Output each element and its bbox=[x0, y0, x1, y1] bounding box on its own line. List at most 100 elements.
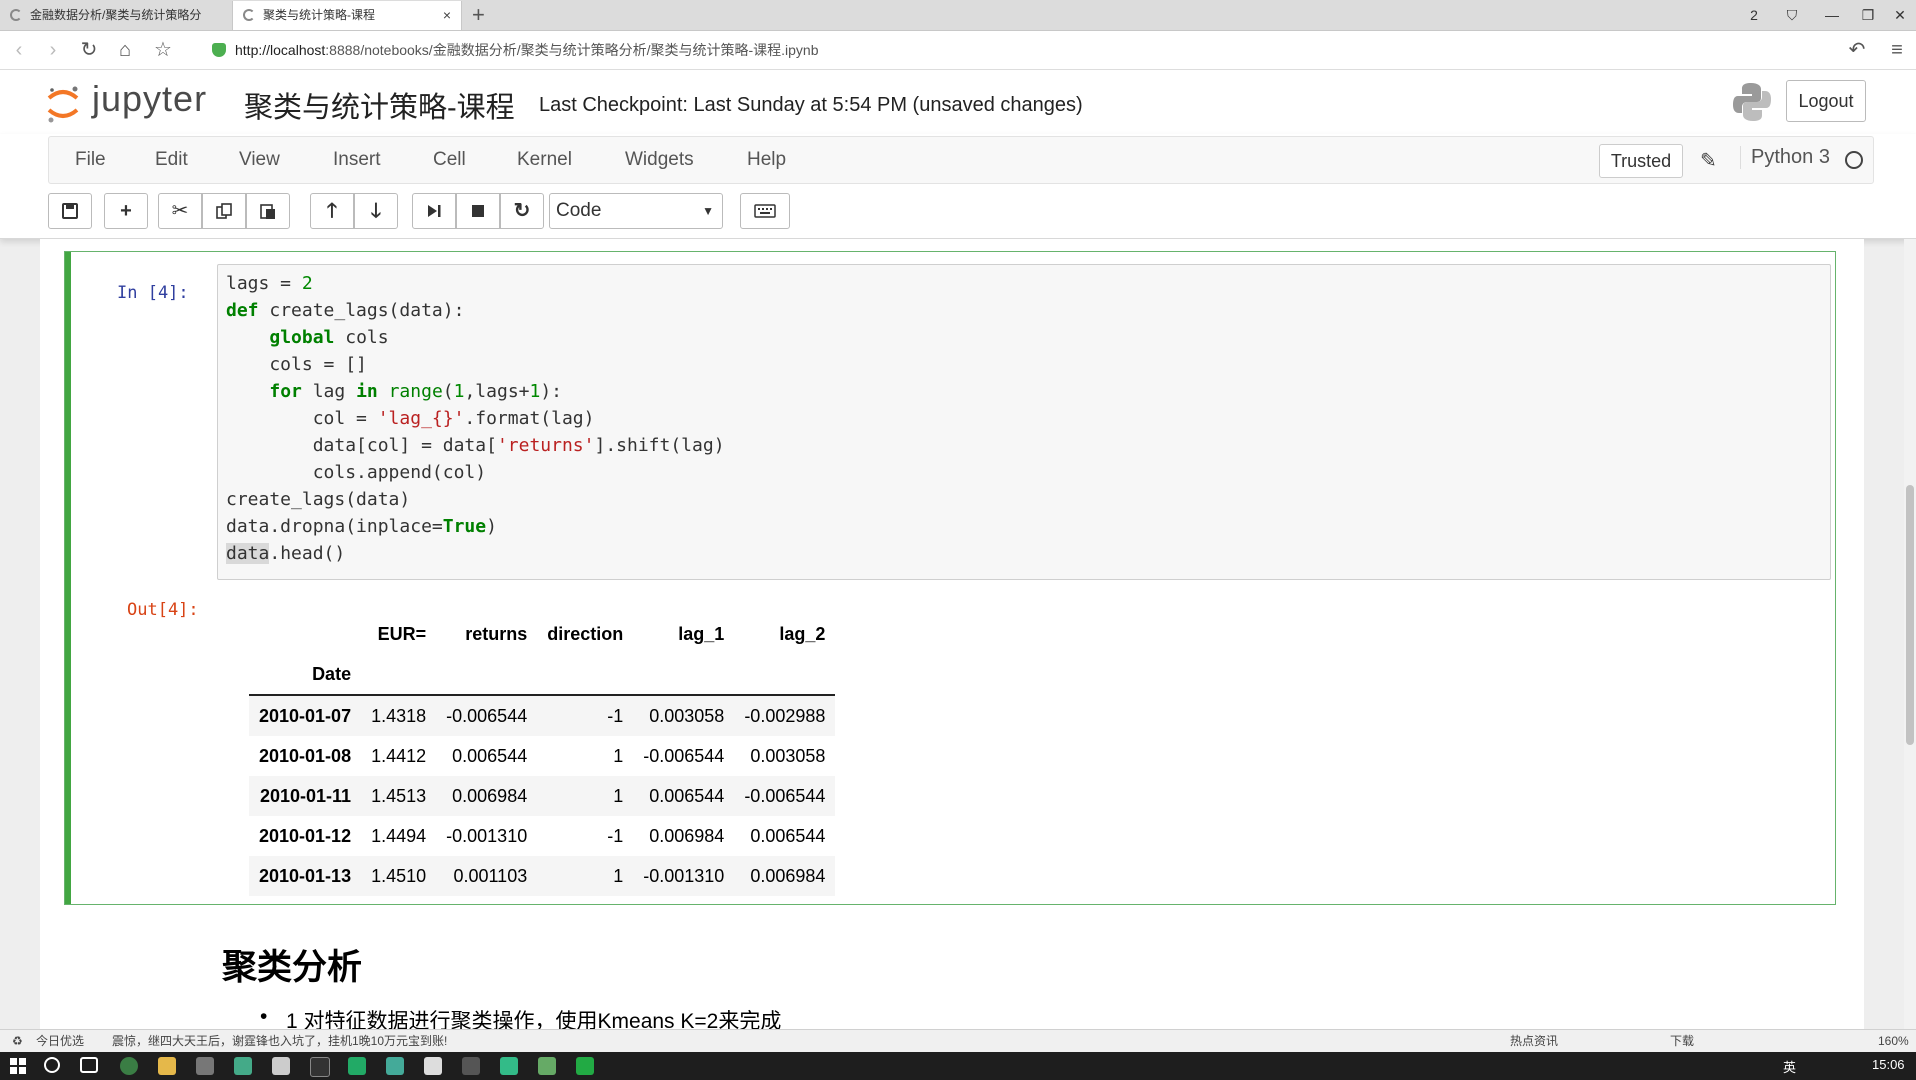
app-icon[interactable] bbox=[348, 1057, 366, 1075]
notebook-name[interactable]: 聚类与统计策略-课程 bbox=[244, 84, 515, 126]
cut-button[interactable]: ✂ bbox=[158, 193, 202, 229]
menu-edit[interactable]: Edit bbox=[155, 137, 188, 183]
menu-insert[interactable]: Insert bbox=[333, 137, 381, 183]
app-icon[interactable] bbox=[462, 1057, 480, 1075]
close-tab-icon[interactable]: × bbox=[443, 1, 451, 30]
row-index: 2010-01-11 bbox=[259, 785, 352, 806]
folder-icon[interactable] bbox=[158, 1057, 176, 1075]
kernel-name[interactable]: Python 3 bbox=[1740, 146, 1830, 169]
news-ticker[interactable]: 震惊，继四大天王后，谢霆锋也入坑了，挂机1晚10万元宝到账! bbox=[112, 1030, 447, 1052]
pencil-icon[interactable]: ✎ bbox=[1700, 148, 1717, 173]
star-icon[interactable]: ☆ bbox=[148, 31, 178, 69]
today-picks-link[interactable]: 今日优选 bbox=[36, 1030, 84, 1052]
windows-start-icon[interactable] bbox=[10, 1058, 26, 1074]
new-tab-button[interactable]: + bbox=[472, 2, 485, 28]
hot-news-link[interactable]: 热点资讯 bbox=[1510, 1030, 1558, 1052]
code-cell[interactable]: In [4]: lags = 2 def create_lags(data): … bbox=[64, 251, 1836, 905]
table-cell: 0.006984 bbox=[452, 785, 528, 806]
table-cell: 1.4412 bbox=[371, 745, 427, 766]
restore-button[interactable]: ❐ bbox=[1854, 0, 1882, 30]
app-icon[interactable] bbox=[386, 1057, 404, 1075]
table-cell: 0.006984 bbox=[649, 825, 725, 846]
code-editor[interactable]: lags = 2 def create_lags(data): global c… bbox=[217, 264, 1831, 580]
logout-button[interactable]: Logout bbox=[1786, 80, 1866, 122]
jupyter-logo-icon[interactable] bbox=[46, 84, 80, 124]
app-icon[interactable] bbox=[272, 1057, 290, 1075]
copy-icon bbox=[216, 203, 232, 219]
menu-kernel[interactable]: Kernel bbox=[517, 137, 572, 183]
scrollbar-thumb[interactable] bbox=[1906, 485, 1914, 745]
step-forward-icon bbox=[428, 205, 441, 217]
move-up-button[interactable]: 🡑 bbox=[310, 193, 354, 229]
menu-cell[interactable]: Cell bbox=[433, 137, 466, 183]
output-prompt: Out[4]: bbox=[127, 600, 199, 620]
table-row: 2010-01-12 1.4494 -0.001310 -1 0.006984 … bbox=[249, 816, 835, 856]
browser-tab-bar: 金融数据分析/聚类与统计策略分 聚类与统计策略-课程 × + 2 ⛉ — ❐ ✕ bbox=[0, 0, 1916, 31]
restart-button[interactable]: ↻ bbox=[500, 193, 544, 229]
shirt-icon[interactable]: ⛉ bbox=[1778, 0, 1806, 30]
table-cell: 1.4513 bbox=[371, 785, 427, 806]
undo-icon[interactable]: ↶ bbox=[1842, 31, 1872, 69]
run-button[interactable] bbox=[412, 193, 456, 229]
url-path: :8888/notebooks/金融数据分析/聚类与统计策略分析/聚类与统计策略… bbox=[325, 42, 819, 58]
row-index: 2010-01-08 bbox=[259, 745, 352, 766]
refresh-icon[interactable]: ↻ bbox=[74, 31, 104, 69]
clock[interactable]: 15:06 bbox=[1872, 1057, 1905, 1072]
browser-tab-1[interactable]: 金融数据分析/聚类与统计策略分 bbox=[0, 1, 232, 30]
table-cell: -0.006544 bbox=[446, 705, 528, 726]
command-palette-button[interactable] bbox=[740, 193, 790, 229]
jupyter-header: jupyter 聚类与统计策略-课程 Last Checkpoint: Last… bbox=[0, 70, 1916, 134]
back-icon[interactable]: ‹ bbox=[4, 31, 34, 69]
app-icon[interactable] bbox=[500, 1057, 518, 1075]
cell-type-value: Code bbox=[556, 200, 602, 221]
menu-view[interactable]: View bbox=[239, 137, 280, 183]
input-language[interactable]: 英 bbox=[1783, 1057, 1796, 1076]
zoom-level[interactable]: 160% bbox=[1878, 1030, 1909, 1052]
copy-button[interactable] bbox=[202, 193, 246, 229]
terminal-icon[interactable] bbox=[310, 1057, 330, 1077]
move-down-button[interactable]: 🡓 bbox=[354, 193, 398, 229]
recycle-icon: ♻ bbox=[12, 1034, 23, 1048]
menu-icon[interactable]: ≡ bbox=[1882, 31, 1912, 69]
os-taskbar: 英 15:06 bbox=[0, 1052, 1916, 1080]
task-view-icon[interactable] bbox=[80, 1057, 98, 1073]
trusted-badge[interactable]: Trusted bbox=[1599, 144, 1683, 178]
menu-widgets[interactable]: Widgets bbox=[625, 137, 694, 183]
minimize-button[interactable]: — bbox=[1818, 0, 1846, 30]
app-icon[interactable] bbox=[538, 1057, 556, 1075]
app-icon[interactable] bbox=[234, 1057, 252, 1075]
save-icon bbox=[62, 203, 78, 219]
close-window-button[interactable]: ✕ bbox=[1886, 0, 1914, 30]
menu-file[interactable]: File bbox=[75, 137, 106, 183]
forward-icon[interactable]: › bbox=[38, 31, 68, 69]
table-cell: -0.006544 bbox=[744, 785, 826, 806]
paste-button[interactable] bbox=[246, 193, 290, 229]
keyboard-icon bbox=[754, 204, 776, 218]
app-icon[interactable] bbox=[424, 1057, 442, 1075]
tab-count-icon[interactable]: 2 bbox=[1740, 0, 1768, 30]
table-cell: -1 bbox=[607, 825, 624, 846]
home-icon[interactable]: ⌂ bbox=[110, 31, 140, 69]
url-host: http://localhost bbox=[235, 42, 326, 58]
empty-cell bbox=[537, 654, 634, 696]
browser-tab-2[interactable]: 聚类与统计策略-课程 × bbox=[232, 1, 462, 30]
app-icon[interactable] bbox=[196, 1057, 214, 1075]
download-link[interactable]: 下载 bbox=[1670, 1030, 1694, 1052]
cell-type-select[interactable]: Code ▼ bbox=[549, 193, 723, 229]
column-header: lag_1 bbox=[678, 623, 725, 644]
save-button[interactable] bbox=[48, 193, 92, 229]
app-icon[interactable] bbox=[576, 1057, 594, 1075]
interrupt-button[interactable] bbox=[456, 193, 500, 229]
notebook-scrollbar[interactable] bbox=[1904, 239, 1916, 1029]
dataframe-table: EUR= returns direction lag_1 lag_2 Date … bbox=[249, 614, 836, 896]
search-icon[interactable] bbox=[44, 1057, 60, 1073]
scissors-icon: ✂ bbox=[171, 200, 189, 222]
browser-app-icon[interactable] bbox=[120, 1057, 138, 1075]
jupyter-logo-text[interactable]: jupyter bbox=[92, 78, 207, 120]
empty-cell bbox=[633, 654, 735, 696]
menu-help[interactable]: Help bbox=[747, 137, 786, 183]
table-cell: 0.001103 bbox=[453, 865, 528, 886]
insert-cell-button[interactable]: + bbox=[104, 193, 148, 229]
url-field[interactable]: http://localhost:8888/notebooks/金融数据分析/聚… bbox=[235, 31, 819, 69]
arrow-down-icon: 🡓 bbox=[370, 200, 382, 222]
